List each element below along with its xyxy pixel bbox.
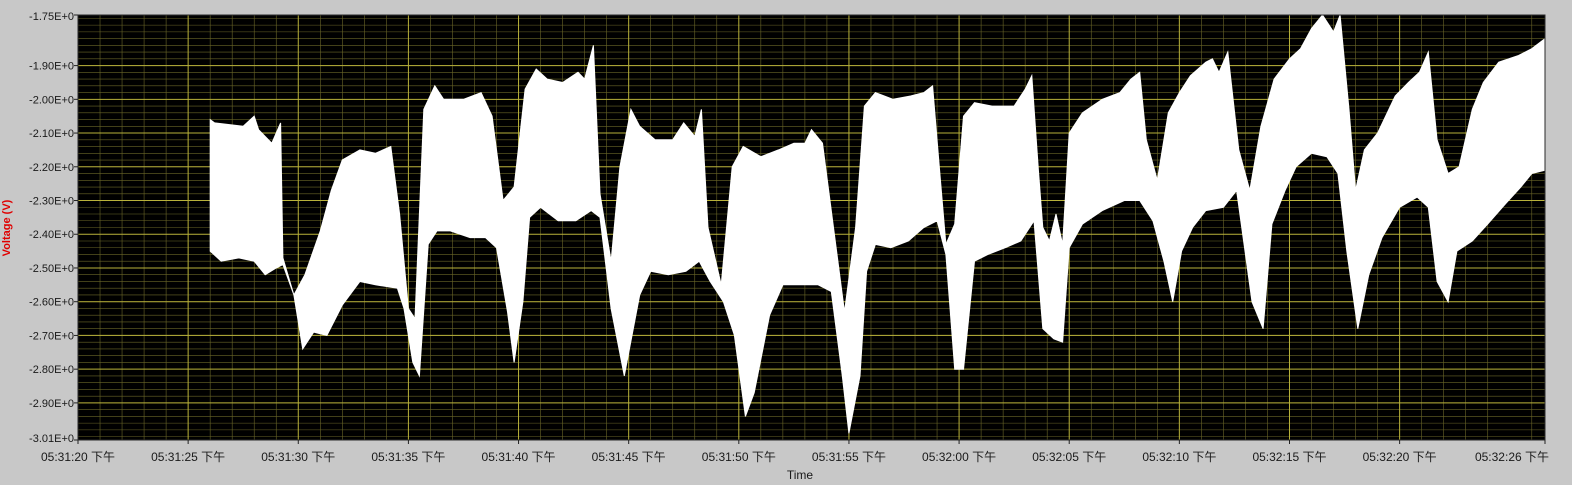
y-tick-label: -2.70E+0 bbox=[29, 330, 74, 342]
x-tick-label: 05:31:55 下午 bbox=[812, 450, 886, 464]
chart: -1.75E+0 -1.90E+0 -2.00E+0 -2.10E+0 -2.20E+0… bbox=[0, 0, 1572, 482]
y-tick-label: -2.20E+0 bbox=[29, 162, 74, 174]
y-tick-label: -1.75E+0 bbox=[29, 11, 74, 23]
x-tick-label: 05:32:05 下午 bbox=[1032, 450, 1106, 464]
y-tick-label: -2.80E+0 bbox=[29, 364, 74, 376]
x-tick-label: 05:31:30 下午 bbox=[261, 450, 335, 464]
y-tick-label: -2.00E+0 bbox=[29, 94, 74, 106]
y-tick-label: -2.10E+0 bbox=[29, 128, 74, 140]
x-tick-label: 05:32:20 下午 bbox=[1363, 450, 1437, 464]
x-tick-label: 05:32:10 下午 bbox=[1142, 450, 1216, 464]
x-tick-label: 05:32:15 下午 bbox=[1252, 450, 1326, 464]
x-tick-label: 05:32:00 下午 bbox=[922, 450, 996, 464]
chart-svg: -1.75E+0 -1.90E+0 -2.00E+0 -2.10E+0 -2.20E+0… bbox=[0, 0, 1572, 482]
y-tick-label: -2.50E+0 bbox=[29, 263, 74, 275]
x-tick-label: 05:32:26 下午 bbox=[1475, 450, 1549, 464]
y-tick-label: -2.90E+0 bbox=[29, 398, 74, 410]
y-axis-title: Voltage (V) bbox=[1, 199, 13, 256]
x-tick-label: 05:31:40 下午 bbox=[482, 450, 556, 464]
y-tick-label: -1.90E+0 bbox=[29, 61, 74, 73]
x-tick-label: 05:31:20 下午 bbox=[41, 450, 115, 464]
y-tick-label: -3.01E+0 bbox=[29, 433, 74, 445]
x-tick-label: 05:31:35 下午 bbox=[371, 450, 445, 464]
y-tick-label: -2.40E+0 bbox=[29, 229, 74, 241]
y-tick-label: -2.60E+0 bbox=[29, 297, 74, 309]
x-axis-title: Time bbox=[787, 468, 814, 480]
x-tick-label: 05:31:45 下午 bbox=[592, 450, 666, 464]
y-tick-label: -2.30E+0 bbox=[29, 196, 74, 208]
x-tick-label: 05:31:25 下午 bbox=[151, 450, 225, 464]
x-tick-label: 05:31:50 下午 bbox=[702, 450, 776, 464]
